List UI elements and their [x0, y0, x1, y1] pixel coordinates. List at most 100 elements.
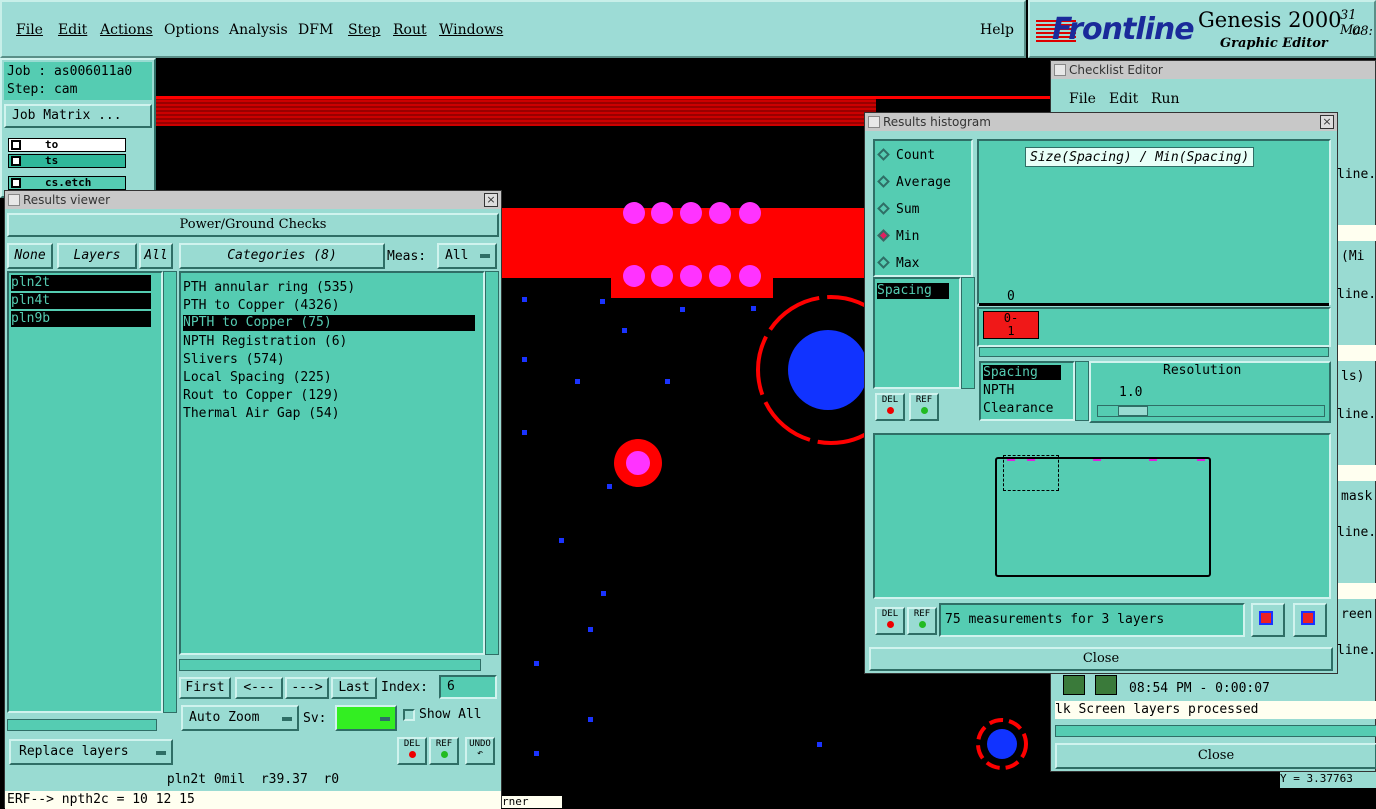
menu-windows[interactable]: Windows [439, 22, 503, 38]
histogram-close-button[interactable]: Close [869, 647, 1333, 671]
layer-list-item[interactable]: pln2t [11, 275, 151, 291]
checklist-titlebar: Checklist Editor [1051, 61, 1375, 79]
layers-button[interactable]: Layers [57, 243, 137, 269]
layer-row-cs-etch[interactable]: cs.etch [8, 176, 126, 190]
logo-product: Genesis 2000 [1198, 8, 1342, 32]
category-item[interactable]: Slivers (574) [183, 351, 285, 369]
window-menu-icon[interactable] [1054, 64, 1066, 76]
menu-dfm[interactable]: DFM [298, 22, 333, 38]
npth-hole [788, 330, 868, 410]
menu-analysis[interactable]: Analysis [229, 22, 288, 38]
category-item[interactable]: Thermal Air Gap (54) [183, 405, 340, 423]
undo-button[interactable]: UNDO ↶ [465, 737, 495, 765]
menu-actions[interactable]: Actions [100, 22, 153, 38]
layer-list-item[interactable]: pln9b [11, 311, 151, 327]
measure-list-item[interactable]: Spacing [877, 283, 949, 299]
layer-row-ts[interactable]: ts [8, 154, 126, 168]
checklist-menu-file[interactable]: File [1069, 91, 1096, 107]
radio-average[interactable]: Average [877, 172, 951, 194]
sub-list-scrollbar[interactable] [1075, 361, 1089, 421]
checklist-close-button[interactable]: Close [1055, 743, 1376, 769]
layer-list-scrollbar[interactable] [163, 271, 177, 713]
category-item[interactable]: NPTH Registration (6) [183, 333, 347, 351]
sv-color-select[interactable] [335, 705, 397, 731]
checklist-icon-b[interactable] [1095, 675, 1117, 695]
menu-file[interactable]: File [16, 22, 43, 38]
radio-count[interactable]: Count [877, 145, 935, 167]
radio-max[interactable]: Max [877, 253, 919, 275]
next-button[interactable]: ---> [285, 677, 329, 699]
ref-button[interactable]: REF [429, 737, 459, 765]
first-button[interactable]: First [179, 677, 231, 699]
layer-list-item[interactable]: pln4t [11, 293, 151, 309]
menu-options[interactable]: Options [164, 22, 219, 38]
categories-scrollbar[interactable] [485, 271, 499, 655]
resolution-value: 1.0 [1119, 385, 1143, 400]
category-item[interactable]: Rout to Copper (129) [183, 387, 340, 405]
sub-list-item[interactable]: Spacing [983, 365, 1061, 380]
menu-edit[interactable]: Edit [58, 22, 87, 38]
histogram-bar[interactable]: 0- 1 [983, 311, 1039, 339]
layers-none-button[interactable]: None [7, 243, 53, 269]
coord-status-bar: pln2t 0mil r39.37 r0 [5, 771, 501, 789]
histogram-del-small[interactable]: DEL [875, 393, 905, 421]
categories-button[interactable]: Categories (8) [179, 243, 385, 269]
measure-list[interactable]: Spacing [873, 277, 961, 389]
sub-list-item[interactable]: Clearance [983, 401, 1053, 416]
board-preview [873, 433, 1331, 599]
radio-min[interactable]: Min [877, 226, 919, 248]
zoom-to-result-icon[interactable] [1251, 603, 1285, 637]
auto-zoom-select[interactable]: Auto Zoom [181, 705, 299, 731]
layers-all-button[interactable]: All [139, 243, 173, 269]
prev-button[interactable]: <--- [235, 677, 283, 699]
replace-layers-select[interactable]: Replace layers [9, 739, 173, 765]
window-menu-icon[interactable] [8, 194, 20, 206]
category-item[interactable]: PTH annular ring (535) [183, 279, 355, 297]
last-button[interactable]: Last [331, 677, 377, 699]
erf-status-bar: ERF--> npth2c = 10 12 15 [5, 791, 501, 809]
categories-list[interactable]: PTH annular ring (535) PTH to Copper (43… [179, 271, 485, 655]
bottom-corner-text: rner [502, 796, 562, 808]
layer-list-hscrollbar[interactable] [7, 719, 157, 731]
category-item[interactable]: Local Spacing (225) [183, 369, 332, 387]
resolution-slider[interactable] [1097, 405, 1325, 417]
checklist-hscroll[interactable] [1055, 725, 1376, 737]
category-item[interactable]: PTH to Copper (4326) [183, 297, 340, 315]
menu-step[interactable]: Step [348, 22, 380, 38]
checklist-label: line... [1337, 643, 1376, 658]
show-all-checkbox[interactable] [403, 709, 415, 721]
del-button[interactable]: DEL [397, 737, 427, 765]
job-matrix-button[interactable]: Job Matrix ... [4, 104, 152, 128]
coord-readout: Y = 3.37763 [1280, 772, 1376, 788]
slider-thumb[interactable] [1118, 406, 1148, 416]
histogram-hscroll[interactable] [979, 347, 1329, 357]
checklist-label: line... [1337, 167, 1376, 182]
sub-list-item[interactable]: NPTH [983, 383, 1014, 398]
measure-list-scrollbar[interactable] [961, 277, 975, 389]
checklist-menu-run[interactable]: Run [1151, 91, 1180, 107]
index-input[interactable]: 6 [439, 675, 497, 699]
histogram-ref-button[interactable]: REF [907, 607, 937, 635]
menu-help[interactable]: Help [980, 22, 1014, 38]
categories-hscrollbar[interactable] [179, 659, 481, 671]
menu-rout[interactable]: Rout [393, 22, 427, 38]
window-menu-icon[interactable] [868, 116, 880, 128]
layer-row-to[interactable]: to [8, 138, 126, 152]
checklist-label: reen [1341, 607, 1373, 622]
close-icon[interactable]: × [1320, 115, 1334, 129]
results-histogram-window: Results histogram × Count Average Sum Min… [864, 112, 1338, 674]
checklist-icon-a[interactable] [1063, 675, 1085, 695]
meas-select[interactable]: All [437, 243, 497, 269]
logo-brand: Frontline [1052, 12, 1195, 47]
close-icon[interactable]: × [484, 193, 498, 207]
checklist-time: 08:54 PM - 0:00:07 [1129, 681, 1270, 696]
category-item-selected[interactable]: NPTH to Copper (75) [183, 315, 475, 331]
zoom-home-icon[interactable] [1293, 603, 1327, 637]
radio-sum[interactable]: Sum [877, 199, 919, 221]
checklist-menu-edit[interactable]: Edit [1109, 91, 1138, 107]
histogram-ref-small[interactable]: REF [909, 393, 939, 421]
sub-list[interactable]: Spacing NPTH Clearance [979, 361, 1075, 421]
histogram-del-button[interactable]: DEL [875, 607, 905, 635]
layer-list[interactable]: pln2t pln4t pln9b [7, 271, 163, 713]
checklist-label: line... [1337, 287, 1376, 302]
